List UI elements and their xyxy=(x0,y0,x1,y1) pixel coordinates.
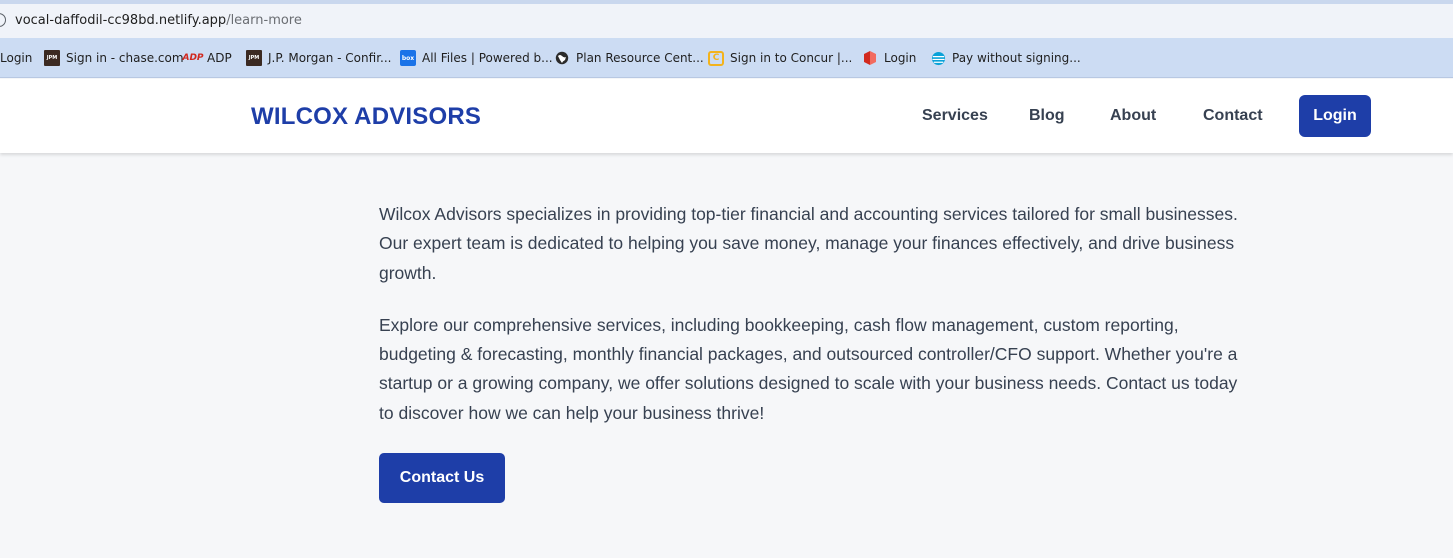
att-icon xyxy=(930,50,946,66)
bookmark-adp[interactable]: ADP ADP xyxy=(182,50,232,66)
url-field[interactable]: vocal-daffodil-cc98bd.netlify.app/learn-… xyxy=(15,13,302,28)
jpm-icon: JPM xyxy=(44,50,60,66)
bookmark-plan-resource[interactable]: Plan Resource Cent... xyxy=(554,50,704,66)
bookmarks-bar: Login JPM Sign in - chase.com ADP ADP JP… xyxy=(0,38,1453,78)
nav-about[interactable]: About xyxy=(1110,107,1156,125)
nav-contact[interactable]: Contact xyxy=(1203,107,1263,125)
bookmark-label: J.P. Morgan - Confir... xyxy=(268,51,392,65)
login-button[interactable]: Login xyxy=(1299,95,1371,137)
site-header: WILCOX ADVISORS Services Blog About Cont… xyxy=(0,79,1453,153)
bookmark-label: ADP xyxy=(207,51,232,65)
globe-icon xyxy=(554,50,570,66)
nav-services[interactable]: Services xyxy=(922,107,988,125)
bookmark-label: Plan Resource Cent... xyxy=(576,51,704,65)
bookmark-chase[interactable]: JPM Sign in - chase.com xyxy=(44,50,184,66)
intro-paragraph: Wilcox Advisors specializes in providing… xyxy=(379,204,1238,283)
bookmark-login[interactable]: Login xyxy=(0,50,32,66)
adp-icon: ADP xyxy=(182,53,204,63)
bookmark-box[interactable]: box All Files | Powered b... xyxy=(400,50,553,66)
bookmark-jpmorgan[interactable]: JPM J.P. Morgan - Confir... xyxy=(246,50,391,66)
bookmark-label: All Files | Powered b... xyxy=(422,51,553,65)
brand-logo[interactable]: WILCOX ADVISORS xyxy=(251,103,481,131)
url-path: /learn-more xyxy=(226,13,302,28)
nav-blog[interactable]: Blog xyxy=(1029,107,1065,125)
concur-icon: C xyxy=(708,50,724,66)
bookmark-label: Login xyxy=(0,51,33,65)
bookmark-label: Sign in - chase.com xyxy=(66,51,184,65)
bookmark-label: Sign in to Concur |... xyxy=(730,51,853,65)
bookmark-lincoln-login[interactable]: Login xyxy=(862,50,916,66)
bookmark-att[interactable]: Pay without signing... xyxy=(930,50,1081,66)
main-content: Wilcox Advisors specializes in providing… xyxy=(379,200,1239,428)
site-info-icon[interactable] xyxy=(0,13,6,27)
lincoln-icon xyxy=(862,50,878,66)
box-icon: box xyxy=(400,50,416,66)
bookmark-label: Login xyxy=(884,51,917,65)
bookmark-label: Pay without signing... xyxy=(952,51,1081,65)
services-paragraph: Explore our comprehensive services, incl… xyxy=(379,314,1238,423)
bookmark-concur[interactable]: C Sign in to Concur |... xyxy=(708,50,852,66)
browser-address-bar[interactable]: vocal-daffodil-cc98bd.netlify.app/learn-… xyxy=(0,0,1453,38)
url-host: vocal-daffodil-cc98bd.netlify.app xyxy=(15,13,227,28)
jpm-icon: JPM xyxy=(246,50,262,66)
contact-us-button[interactable]: Contact Us xyxy=(379,453,505,503)
